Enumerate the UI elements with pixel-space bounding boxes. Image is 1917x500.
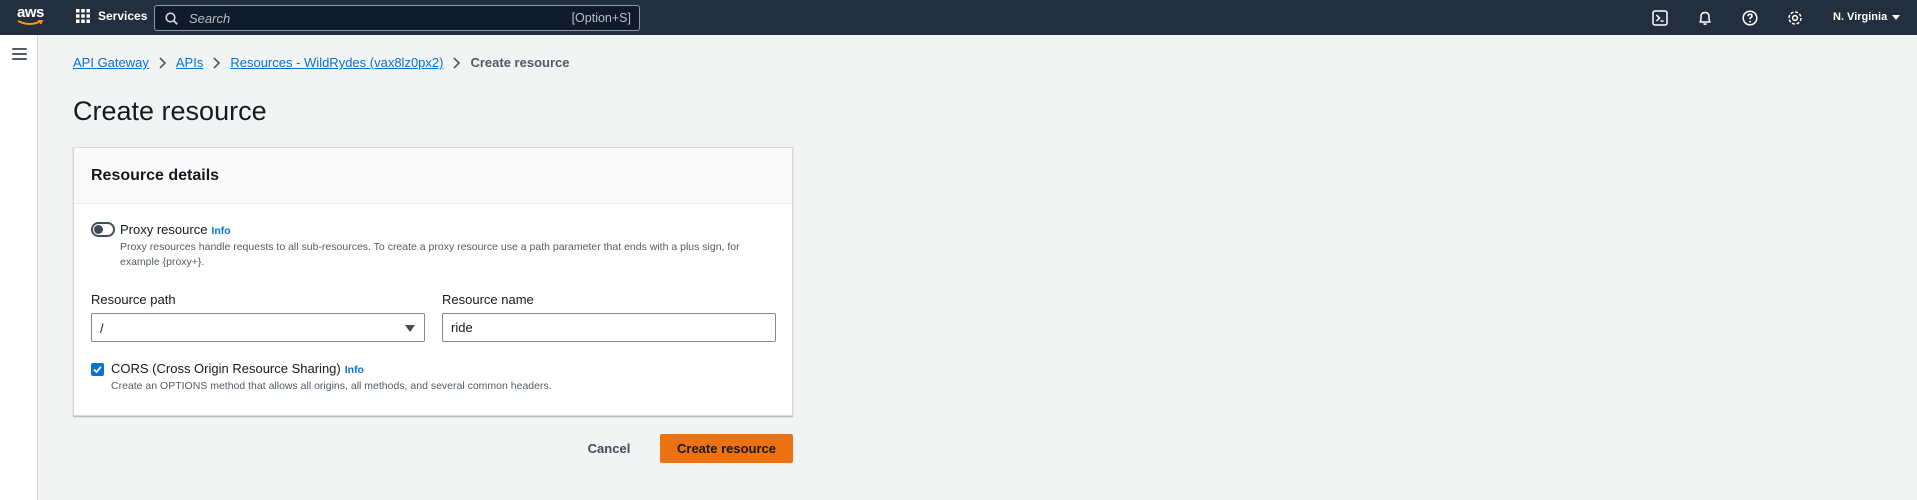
bell-icon[interactable] <box>1696 9 1714 27</box>
panel-header: Resource details <box>74 148 792 204</box>
cloudshell-icon[interactable] <box>1651 9 1669 27</box>
resource-path-value: / <box>100 321 104 336</box>
search-input[interactable] <box>189 10 549 26</box>
proxy-resource-text: Proxy resource <box>120 222 208 237</box>
cors-label: CORS (Cross Origin Resource Sharing) Info <box>111 361 364 376</box>
page-title: Create resource <box>73 96 267 126</box>
toggle-knob <box>94 225 103 234</box>
menu-icon[interactable] <box>12 48 27 61</box>
cors-label-text: CORS (Cross Origin Resource Sharing) <box>111 361 341 376</box>
breadcrumb: API Gateway APIs Resources - WildRydes (… <box>73 55 569 70</box>
aws-logo[interactable]: aws <box>17 5 47 29</box>
region-selector[interactable]: N. Virginia <box>1833 11 1901 23</box>
aws-logo-text: aws <box>17 4 44 21</box>
create-resource-button[interactable]: Create resource <box>660 434 793 463</box>
proxy-resource-description: Proxy resources handle requests to all s… <box>120 241 740 268</box>
services-label: Services <box>98 9 148 23</box>
chevron-right-icon <box>453 56 461 69</box>
grid-icon <box>76 9 90 23</box>
cors-checkbox[interactable] <box>91 363 104 376</box>
resource-path-select[interactable]: / <box>91 313 425 342</box>
search-icon <box>165 11 178 25</box>
proxy-resource-label: Proxy resource Info <box>120 222 231 237</box>
breadcrumb-api-gateway[interactable]: API Gateway <box>73 55 149 70</box>
resource-name-label: Resource name <box>442 292 534 307</box>
search-shortcut-hint: [Option+S] <box>571 11 631 25</box>
proxy-resource-toggle[interactable] <box>91 222 115 237</box>
search-bar[interactable]: [Option+S] <box>154 5 640 31</box>
cors-info-link[interactable]: Info <box>345 364 364 376</box>
panel-title: Resource details <box>91 166 220 184</box>
breadcrumb-current: Create resource <box>470 55 570 70</box>
resource-name-input[interactable] <box>442 313 776 342</box>
breadcrumb-resources[interactable]: Resources - WildRydes (vax8lz0px2) <box>230 55 443 70</box>
chevron-right-icon <box>213 56 221 69</box>
region-label: N. Virginia <box>1833 11 1888 23</box>
chevron-right-icon <box>159 56 166 69</box>
services-menu-button[interactable]: Services <box>76 9 147 23</box>
resource-details-panel: Resource details Proxy resource Info Prox… <box>73 147 793 416</box>
side-navigation <box>0 35 38 500</box>
cancel-button[interactable]: Cancel <box>576 434 642 463</box>
caret-down-icon <box>405 325 415 332</box>
caret-down-icon <box>1892 14 1901 20</box>
settings-icon[interactable] <box>1786 9 1804 27</box>
top-navigation: aws Services [Option+S] <box>0 0 1917 35</box>
checkmark-icon <box>93 366 102 374</box>
cors-description: Create an OPTIONS method that allows all… <box>111 380 552 392</box>
breadcrumb-apis[interactable]: APIs <box>176 55 203 70</box>
help-icon[interactable] <box>1741 9 1759 27</box>
resource-path-label: Resource path <box>91 292 176 307</box>
proxy-info-link[interactable]: Info <box>211 225 230 237</box>
